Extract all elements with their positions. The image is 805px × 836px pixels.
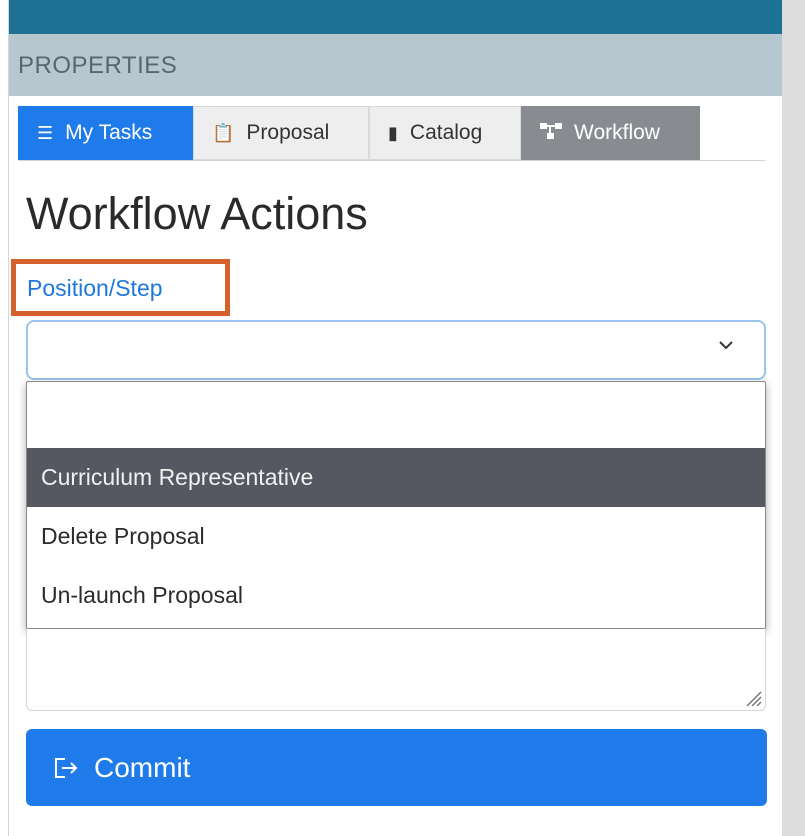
tasks-list-icon: ☰ (37, 122, 54, 143)
properties-tabs: ☰ My Tasks 📋 Proposal ▮ Catalog Workflow (18, 106, 700, 162)
commit-button-label: Commit (94, 751, 191, 783)
commit-button[interactable]: Commit (26, 729, 767, 806)
tab-catalog[interactable]: ▮ Catalog (369, 106, 521, 160)
comment-textarea[interactable] (26, 629, 766, 711)
tab-workflow-label: Workflow (574, 121, 660, 144)
tab-proposal-label: Proposal (246, 121, 330, 144)
left-pane-edge (0, 0, 9, 836)
position-step-dropdown: Curriculum Representative Delete Proposa… (26, 381, 766, 629)
page-title: Workflow Actions (26, 188, 368, 239)
dropdown-option-blank[interactable] (27, 388, 765, 447)
tab-catalog-label: Catalog (409, 121, 483, 144)
position-step-label: Position/Step (27, 275, 163, 301)
right-scrollbar-area[interactable] (782, 0, 805, 836)
tabs-divider (18, 160, 765, 161)
sign-out-icon (55, 757, 78, 778)
tab-my-tasks-label: My Tasks (65, 121, 153, 144)
dropdown-option-curriculum-representative[interactable]: Curriculum Representative (27, 448, 765, 507)
properties-title: PROPERTIES (18, 52, 178, 79)
workflow-icon (540, 122, 562, 144)
properties-bar: PROPERTIES (9, 34, 782, 96)
chevron-down-icon (719, 341, 733, 350)
dropdown-option-delete-proposal[interactable]: Delete Proposal (27, 507, 765, 566)
tab-workflow[interactable]: Workflow (521, 106, 700, 160)
clipboard-icon: 📋 (212, 122, 235, 143)
book-icon: ▮ (388, 122, 398, 143)
resize-grip-icon[interactable] (739, 684, 763, 708)
dropdown-option-unlaunch-proposal[interactable]: Un-launch Proposal (27, 566, 765, 625)
tab-my-tasks[interactable]: ☰ My Tasks (18, 106, 193, 160)
top-header-strip (9, 0, 782, 34)
tab-proposal[interactable]: 📋 Proposal (193, 106, 369, 160)
position-step-select[interactable] (26, 320, 766, 380)
